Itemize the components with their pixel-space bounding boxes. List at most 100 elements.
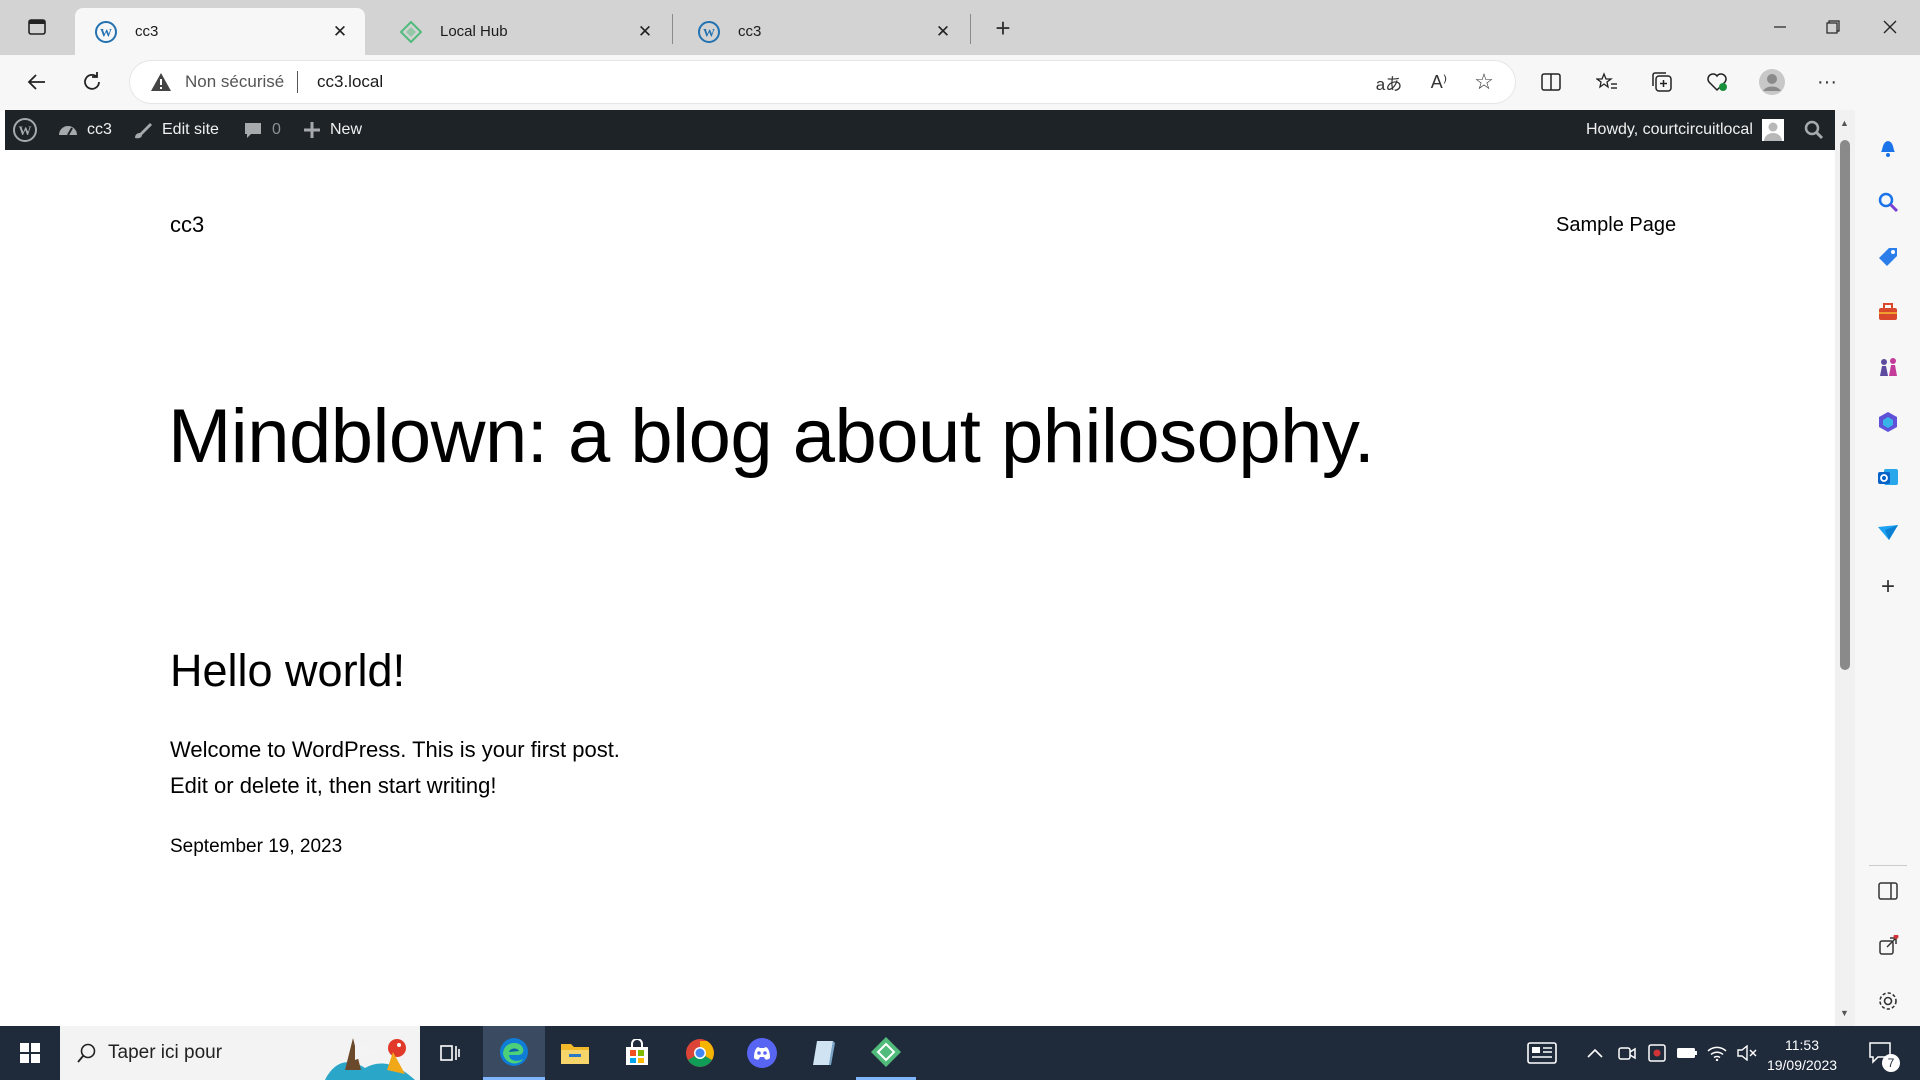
url-text[interactable]: cc3.local <box>317 72 383 92</box>
tab-cc3[interactable]: W cc3 ✕ <box>678 8 968 55</box>
local-app-icon <box>871 1036 901 1067</box>
wp-logo-menu[interactable]: W <box>13 110 37 150</box>
start-button[interactable] <box>0 1026 60 1080</box>
external-link-icon <box>1879 935 1899 955</box>
scrollbar-thumb[interactable] <box>1840 140 1850 670</box>
taskbar-app-edge[interactable] <box>483 1026 545 1080</box>
edit-site-link[interactable]: Edit site <box>133 110 219 150</box>
task-view-button[interactable] <box>420 1026 480 1080</box>
news-widget-button[interactable] <box>1512 1026 1572 1080</box>
tab-separator <box>672 14 673 44</box>
restore-button[interactable] <box>1813 10 1853 44</box>
shopping-tag-icon <box>1879 248 1897 266</box>
add-sidebar-app-button[interactable]: + <box>1874 573 1902 601</box>
tray-wifi[interactable] <box>1702 1026 1732 1080</box>
refresh-button[interactable] <box>73 63 111 101</box>
chess-piece-icon <box>1880 358 1897 376</box>
profile-button[interactable] <box>1753 63 1791 101</box>
tab-local-hub[interactable]: Local Hub ✕ <box>380 8 670 55</box>
speaker-muted-icon <box>1737 1045 1757 1061</box>
minimize-icon <box>1774 26 1786 28</box>
close-window-button[interactable] <box>1870 10 1910 44</box>
favorites-button[interactable] <box>1588 63 1626 101</box>
sidebar-settings-button[interactable] <box>1874 987 1902 1015</box>
security-label[interactable]: Non sécurisé <box>185 72 284 92</box>
site-title-link[interactable]: cc3 <box>170 212 204 238</box>
tools-button[interactable] <box>1874 298 1902 326</box>
notification-center-button[interactable]: 7 <box>1856 1026 1906 1080</box>
split-screen-button[interactable] <box>1532 63 1570 101</box>
chrome-icon <box>686 1039 714 1067</box>
taskbar-app-local[interactable] <box>856 1026 916 1080</box>
shopping-button[interactable] <box>1874 243 1902 271</box>
screen-capture-icon <box>1648 1044 1666 1062</box>
browser-essentials-button[interactable] <box>1698 63 1736 101</box>
admin-bar-site-name: cc3 <box>87 121 112 138</box>
taskbar-app-chrome[interactable] <box>670 1026 730 1080</box>
tab-actions-icon <box>28 19 46 35</box>
clock-time: 11:53 <box>1785 1037 1819 1053</box>
tray-battery[interactable] <box>1672 1026 1702 1080</box>
show-hidden-icons-button[interactable] <box>1580 1026 1610 1080</box>
notifications-button[interactable] <box>1874 133 1902 161</box>
minimize-button[interactable] <box>1760 10 1800 44</box>
tab-title: cc3 <box>738 23 762 40</box>
open-external-button[interactable] <box>1874 932 1902 960</box>
my-account-menu[interactable]: Howdy, courtcircuitlocal <box>1586 110 1784 150</box>
close-tab-icon[interactable]: ✕ <box>329 21 351 43</box>
admin-bar-search[interactable] <box>1804 110 1824 150</box>
settings-more-button[interactable]: ··· <box>1808 63 1846 101</box>
edge-browser-icon <box>500 1037 528 1066</box>
read-aloud-button[interactable]: A⁾ <box>1420 63 1458 101</box>
notepad-icon <box>813 1041 835 1065</box>
tab-cc3-active[interactable]: W cc3 ✕ <box>75 8 365 55</box>
new-content-menu[interactable]: New <box>303 110 362 150</box>
sidebar-search-button[interactable] <box>1874 188 1902 216</box>
system-clock[interactable]: 11:53 19/09/2023 <box>1758 1035 1846 1075</box>
games-button[interactable] <box>1874 353 1902 381</box>
taskbar-app-file-explorer[interactable] <box>545 1026 605 1080</box>
chevron-up-icon <box>1587 1048 1603 1058</box>
taskbar-app-store[interactable] <box>607 1026 667 1080</box>
nav-link-sample-page[interactable]: Sample Page <box>1556 214 1676 237</box>
comments-link[interactable]: 0 <box>243 110 281 150</box>
new-tab-button[interactable]: + <box>984 9 1022 47</box>
taskbar-app-notepad[interactable] <box>794 1026 854 1080</box>
wifi-icon <box>1707 1046 1727 1061</box>
translate-icon: aあ <box>1375 74 1403 94</box>
translate-button[interactable]: aあ <box>1370 63 1408 101</box>
comment-bubble-icon <box>245 123 261 138</box>
heart-pulse-icon <box>1707 73 1727 92</box>
taskbar-app-discord[interactable] <box>732 1026 792 1080</box>
collections-button[interactable] <box>1643 63 1681 101</box>
tray-screen-capture[interactable] <box>1642 1026 1672 1080</box>
close-icon <box>1883 20 1897 34</box>
site-name-menu[interactable]: cc3 <box>58 110 112 150</box>
close-tab-icon[interactable]: ✕ <box>932 21 954 43</box>
microsoft-365-button[interactable] <box>1874 408 1902 436</box>
tab-actions-button[interactable] <box>18 8 56 46</box>
scroll-down-arrow-icon[interactable]: ▼ <box>1840 1008 1849 1018</box>
drop-button[interactable] <box>1874 518 1902 546</box>
scroll-up-arrow-icon[interactable]: ▲ <box>1840 118 1849 128</box>
close-tab-icon[interactable]: ✕ <box>634 21 656 43</box>
page-scrollbar[interactable]: ▲ ▼ <box>1835 110 1855 1026</box>
post-title-link[interactable]: Hello world! <box>170 645 405 697</box>
hide-sidebar-button[interactable] <box>1874 877 1902 905</box>
refresh-icon <box>84 72 100 90</box>
address-bar[interactable]: Non sécurisé cc3.local aあ A⁾ ☆ <box>130 61 1515 103</box>
outlook-button[interactable] <box>1874 463 1902 491</box>
svg-text:W: W <box>19 123 32 138</box>
wordpress-icon: W <box>95 20 117 43</box>
edge-sidebar: + <box>1855 55 1920 1026</box>
back-button[interactable] <box>18 63 56 101</box>
microsoft-store-icon <box>626 1039 648 1065</box>
taskbar-search-box[interactable]: Taper ici pour <box>60 1026 420 1080</box>
camera-icon <box>1618 1047 1636 1060</box>
tray-meet-now[interactable] <box>1612 1026 1642 1080</box>
plus-icon: + <box>995 12 1011 43</box>
favorite-button[interactable]: ☆ <box>1465 63 1503 101</box>
battery-icon <box>1677 1048 1697 1058</box>
read-aloud-icon: A⁾ <box>1430 71 1448 92</box>
svg-text:W: W <box>100 25 112 39</box>
